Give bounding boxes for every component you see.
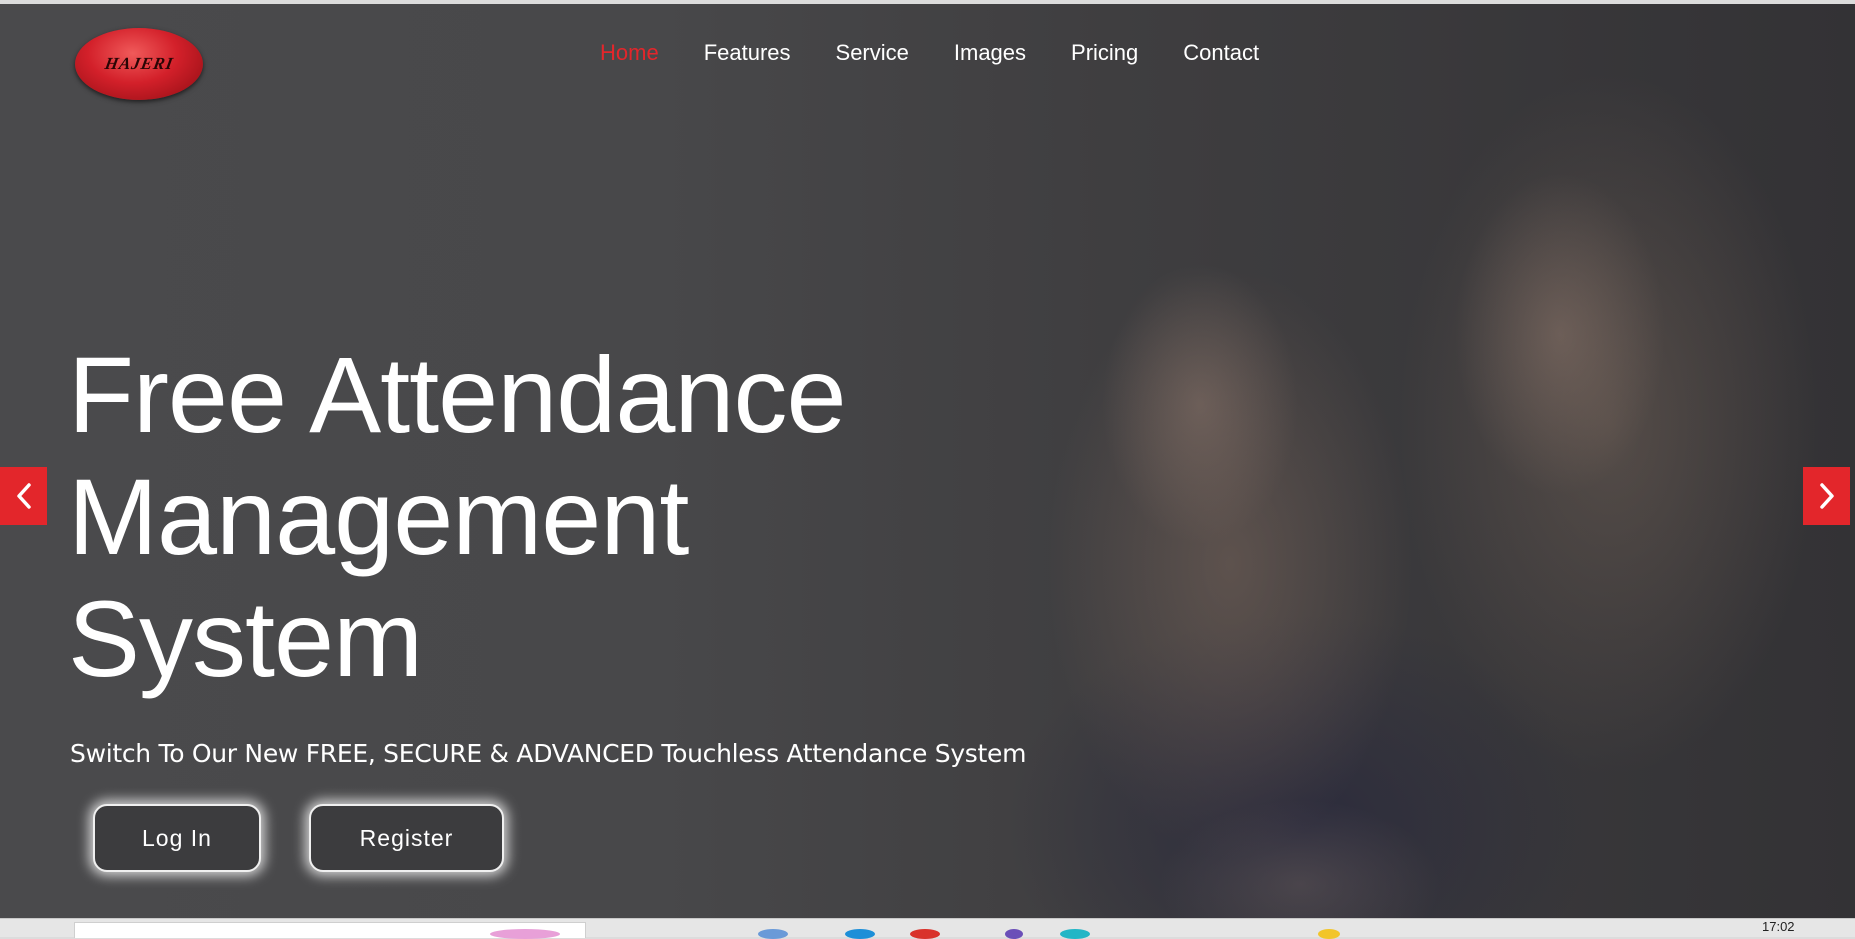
taskbar-app-icon-2[interactable] xyxy=(1005,929,1023,939)
hero-headline-line-3: System xyxy=(68,578,423,699)
register-button[interactable]: Register xyxy=(309,804,504,872)
nav-images-link[interactable]: Images xyxy=(954,40,1026,66)
taskbar-clock: 17:02 xyxy=(1762,919,1795,934)
taskbar-app-icon[interactable] xyxy=(490,929,560,939)
nav-contact-link[interactable]: Contact xyxy=(1183,40,1259,66)
main-nav: Home Features Service Images Pricing Con… xyxy=(600,40,1304,66)
taskbar-edge-icon[interactable] xyxy=(845,929,875,939)
hero-headline: Free Attendance Management System xyxy=(68,334,847,700)
hero-subtitle: Switch To Our New FREE, SECURE & ADVANCE… xyxy=(70,739,1027,768)
brand-logo-text: HAJERI xyxy=(103,54,175,73)
hero-banner: HAJERI Home Features Service Images Pric… xyxy=(0,4,1855,918)
nav-features-link[interactable]: Features xyxy=(704,40,791,66)
carousel-next-button[interactable] xyxy=(1803,467,1850,525)
nav-pricing-link[interactable]: Pricing xyxy=(1071,40,1138,66)
os-taskbar: 17:02 xyxy=(0,918,1855,939)
hero-headline-line-1: Free Attendance xyxy=(68,334,847,455)
taskbar-app-icon-3[interactable] xyxy=(1060,929,1090,939)
nav-service-link[interactable]: Service xyxy=(836,40,909,66)
taskbar-app-icon-4[interactable] xyxy=(1318,929,1340,939)
login-button[interactable]: Log In xyxy=(93,804,261,872)
carousel-prev-button[interactable] xyxy=(0,467,47,525)
taskbar-file-icon[interactable] xyxy=(758,929,788,939)
taskbar-chrome-icon[interactable] xyxy=(910,929,940,939)
nav-home-link[interactable]: Home xyxy=(600,40,659,66)
chevron-left-icon xyxy=(16,483,31,509)
hero-headline-line-2: Management xyxy=(68,456,689,577)
chevron-right-icon xyxy=(1819,483,1834,509)
brand-logo[interactable]: HAJERI xyxy=(75,28,203,100)
